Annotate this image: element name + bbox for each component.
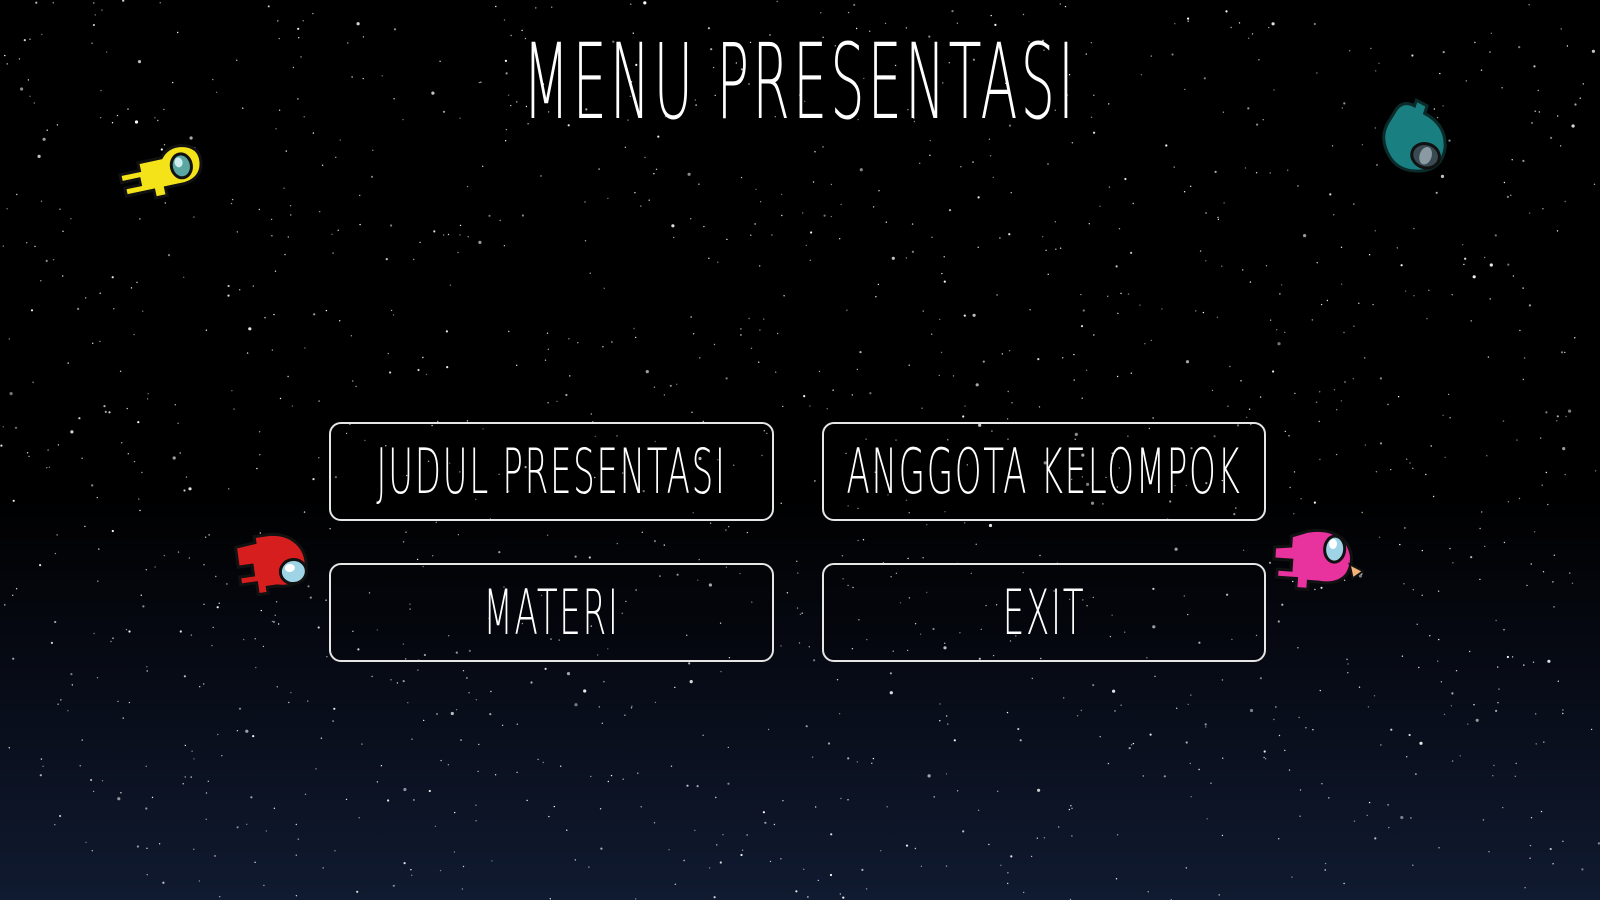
anggota-kelompok-button[interactable]: ANGGOTA KELOMPOK bbox=[822, 422, 1266, 521]
materi-label: MATERI bbox=[483, 576, 620, 649]
yellow-crewmate-icon bbox=[118, 143, 203, 200]
game-screen: MENU PRESENTASI JUDUL PRESENTASI ANGGOTA… bbox=[0, 0, 1600, 900]
anggota-kelompok-label: ANGGOTA KELOMPOK bbox=[846, 435, 1242, 508]
page-title: MENU PRESENTASI bbox=[522, 21, 1078, 143]
pink-crewmate-icon bbox=[1272, 528, 1366, 591]
materi-button[interactable]: MATERI bbox=[329, 563, 774, 662]
teal-crewmate-icon bbox=[1382, 98, 1447, 173]
red-crewmate-icon bbox=[234, 532, 308, 597]
exit-label: EXIT bbox=[1002, 576, 1086, 649]
judul-presentasi-label: JUDUL PRESENTASI bbox=[376, 435, 727, 508]
judul-presentasi-button[interactable]: JUDUL PRESENTASI bbox=[329, 422, 774, 521]
exit-button[interactable]: EXIT bbox=[822, 563, 1266, 662]
